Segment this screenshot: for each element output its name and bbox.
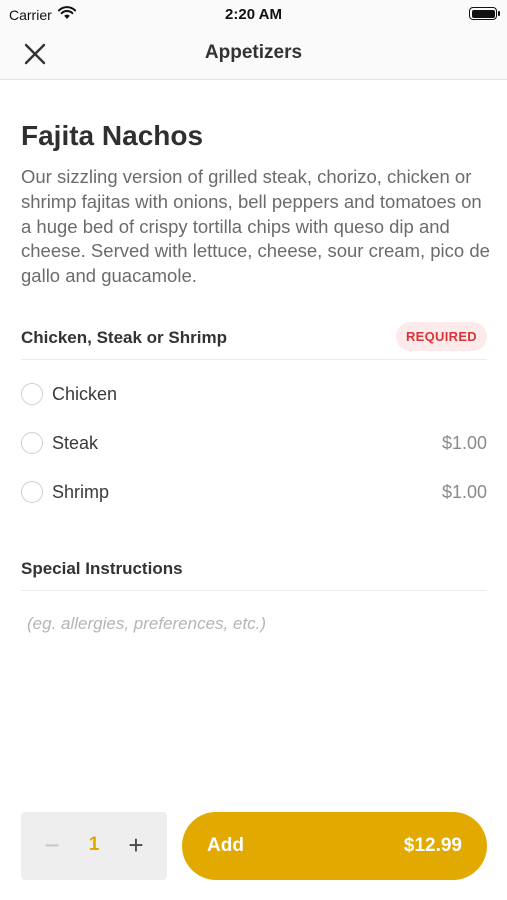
nav-bar: Appetizers [0, 28, 507, 80]
quantity-value: 1 [88, 834, 100, 855]
item-description: Our sizzling version of grilled steak, c… [21, 166, 490, 287]
status-time: 2:20 AM [225, 6, 282, 23]
nav-title: Appetizers [204, 42, 303, 63]
option-steak[interactable]: Steak $1.00 [21, 428, 487, 458]
special-instructions-input[interactable] [21, 604, 487, 644]
bottom-bar: − 1 + Add $12.99 [0, 790, 507, 900]
quantity-stepper: − 1 + [21, 812, 167, 880]
item-name: Fajita Nachos [21, 120, 204, 151]
option-chicken[interactable]: Chicken [21, 379, 487, 409]
item-detail-screen: Carrier 2:20 AM Appetizers Fajita Nachos… [0, 0, 507, 900]
option-shrimp[interactable]: Shrimp $1.00 [21, 477, 487, 507]
add-to-order-button[interactable]: Add $12.99 [182, 812, 487, 880]
special-instructions-header: Special Instructions [21, 556, 487, 591]
option-price: $1.00 [441, 433, 487, 453]
option-group-header: Chicken, Steak or Shrimp REQUIRED [21, 322, 487, 360]
radio-button[interactable] [21, 432, 43, 454]
decrement-button[interactable]: − [39, 832, 65, 858]
required-badge: REQUIRED [395, 322, 487, 351]
radio-button[interactable] [21, 481, 43, 503]
increment-button[interactable]: + [123, 832, 149, 858]
status-bar: Carrier 2:20 AM [0, 0, 507, 28]
option-label: Chicken [52, 384, 118, 404]
option-label: Shrimp [52, 482, 110, 502]
special-instructions-title: Special Instructions [21, 559, 183, 578]
add-button-total: $12.99 [403, 835, 462, 856]
radio-button[interactable] [21, 383, 43, 405]
option-label: Steak [52, 433, 99, 453]
battery-icon [469, 7, 500, 20]
add-button-label: Add [207, 835, 244, 856]
option-group-title: Chicken, Steak or Shrimp [21, 328, 227, 347]
option-price: $1.00 [441, 482, 487, 502]
